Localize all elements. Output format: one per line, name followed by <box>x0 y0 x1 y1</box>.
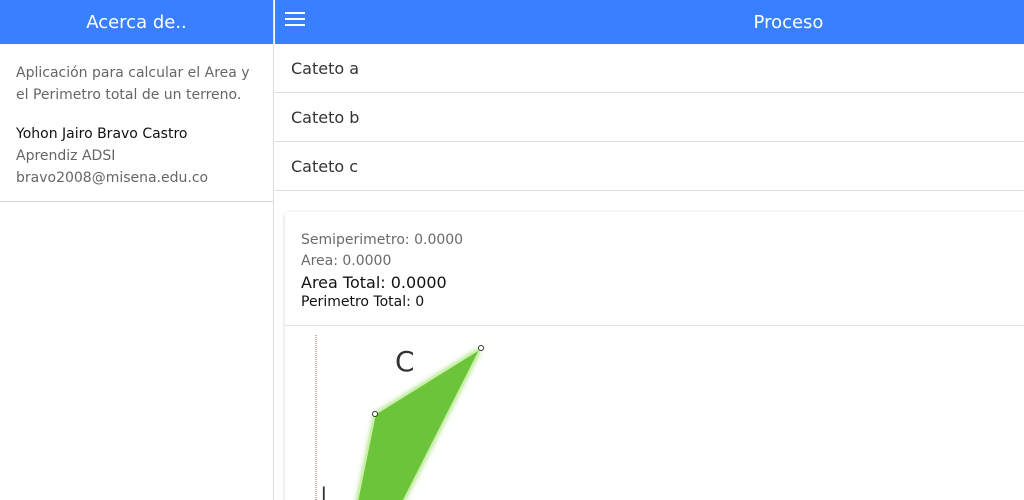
vertex-label-c: C <box>395 345 415 378</box>
menu-icon[interactable] <box>285 12 305 28</box>
vertex-point[interactable] <box>478 345 484 351</box>
author-name: Yohon Jairo Bravo Castro <box>16 126 188 142</box>
triangle-shape <box>356 345 484 500</box>
author-role: Aprendiz ADSI <box>16 148 116 164</box>
main-toolbar: Proceso <box>275 0 1024 44</box>
cateto-a-label: Cateto a <box>291 58 360 78</box>
author-email: bravo2008@misena.edu.co <box>16 170 209 186</box>
semiperimetro-text: Semiperimetro: 0.0000 <box>301 232 464 248</box>
cateto-c-field[interactable]: Cateto c <box>275 142 1024 191</box>
menu-toolbar: Acerca de.. <box>0 0 273 44</box>
cateto-b-field[interactable]: Cateto b <box>275 93 1024 142</box>
main-content: Proceso Cateto a Cateto b Cateto c Semip… <box>275 0 1024 500</box>
perimetro-total-text: Perimetro Total: 0 <box>301 294 425 310</box>
about-card: Aplicación para calcular el Area y el Pe… <box>0 44 273 202</box>
side-menu: Acerca de.. Aplicación para calcular el … <box>0 0 274 500</box>
vertex-label-partial: l <box>321 483 327 500</box>
area-total-text: Area Total: 0.0000 <box>301 273 447 292</box>
cateto-c-label: Cateto c <box>291 156 359 176</box>
cateto-a-field[interactable]: Cateto a <box>275 44 1024 93</box>
results-card: Semiperimetro: 0.0000 Area: 0.0000 Area … <box>285 212 1024 500</box>
app-description: Aplicación para calcular el Area y el Pe… <box>16 65 250 103</box>
area-text: Area: 0.0000 <box>301 253 392 269</box>
menu-title: Acerca de.. <box>86 11 187 33</box>
vertex-point[interactable] <box>372 411 378 417</box>
cateto-b-label: Cateto b <box>291 107 360 127</box>
page-title: Proceso <box>753 11 824 33</box>
results-header: Semiperimetro: 0.0000 Area: 0.0000 Area … <box>285 212 1024 326</box>
triangle-figure: C l <box>315 335 484 500</box>
